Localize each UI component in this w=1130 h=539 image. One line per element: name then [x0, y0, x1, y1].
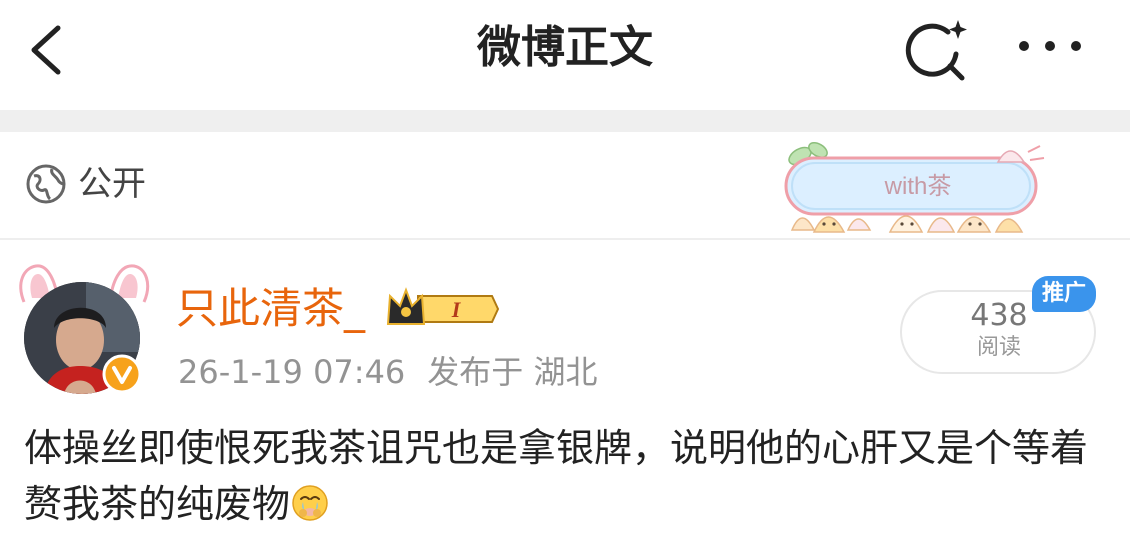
- steamed-bun-banner-icon: with茶: [784, 142, 1045, 233]
- promote-badge[interactable]: 推广: [1032, 276, 1096, 312]
- section-separator: [0, 110, 1130, 132]
- post-timestamp: 26-1-19 07:46: [178, 353, 406, 391]
- verified-badge-icon: [102, 354, 142, 394]
- post-location: 发布于 湖北: [427, 353, 598, 391]
- more-dots-icon: [1019, 41, 1081, 51]
- sparkle-search-icon: [905, 20, 967, 81]
- post-content: 体操丝即使恨死我茶诅咒也是拿银牌，说明他的心肝又是个等着赘我茶的纯废物: [24, 420, 1114, 532]
- member-level-badge[interactable]: I: [384, 286, 500, 332]
- divider: [0, 238, 1130, 240]
- back-chevron-icon: [31, 25, 61, 75]
- search-button[interactable]: [898, 14, 974, 84]
- visibility-label: 公开: [78, 164, 146, 204]
- visibility-row: 公开 with茶: [0, 132, 1130, 238]
- banner-label: with茶: [884, 173, 952, 200]
- read-label: 阅读: [976, 335, 1021, 360]
- crying-face-emoji-icon: [292, 485, 328, 521]
- globe-icon: [26, 164, 66, 204]
- username[interactable]: 只此清茶_: [176, 282, 365, 336]
- post-meta: 26-1-19 07:46 发布于 湖北: [178, 350, 619, 394]
- top-bar: 微博正文: [0, 0, 1130, 110]
- fan-banner[interactable]: with茶: [778, 138, 1050, 236]
- crown-badge-icon: I: [386, 287, 500, 325]
- badge-level-text: I: [451, 297, 462, 322]
- back-button[interactable]: [20, 18, 80, 82]
- avatar-button[interactable]: [14, 262, 154, 400]
- more-button[interactable]: [1010, 24, 1090, 68]
- post-detail-page: 微博正文 公开 with茶 只此清茶_ I 26-1-19 07:46 发布于 …: [0, 0, 1130, 539]
- post-text: 体操丝即使恨死我茶诅咒也是拿银牌，说明他的心肝又是个等着赘我茶的纯废物: [24, 426, 1089, 526]
